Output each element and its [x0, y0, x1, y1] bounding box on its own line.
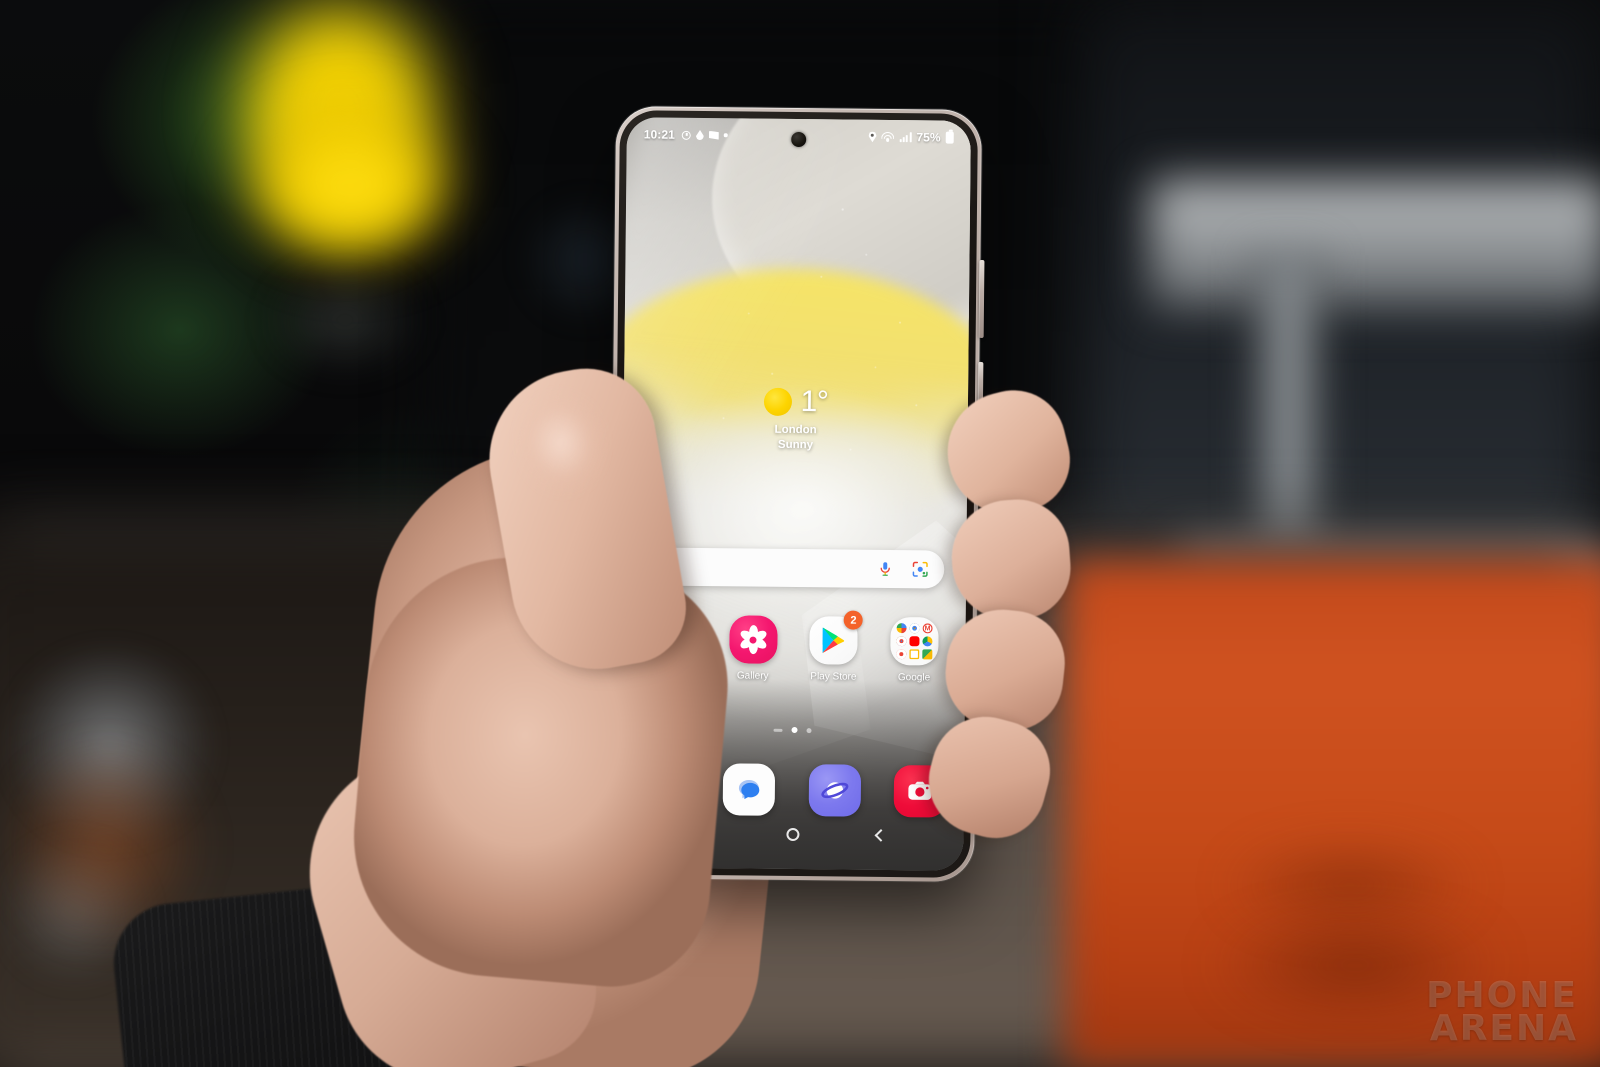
page-dot[interactable]	[806, 727, 812, 733]
mini-keep-icon	[909, 649, 920, 660]
battery-icon	[945, 131, 954, 144]
weather-condition: Sunny	[777, 438, 814, 452]
weather-temperature: 1°	[800, 385, 829, 419]
browser-icon[interactable]	[808, 764, 861, 817]
app-gallery[interactable]: Gallery	[720, 615, 787, 682]
mini-youtube-icon	[909, 636, 920, 647]
back-icon[interactable]	[874, 828, 887, 842]
status-clock: 10:21	[643, 127, 676, 142]
messages-icon[interactable]	[722, 763, 776, 816]
page-dot-active[interactable]	[791, 726, 798, 734]
photo-scene: 10:21 75% 1° London Sunny Gallery 2 Play…	[0, 0, 1600, 1067]
mini-google-icon	[896, 623, 907, 634]
app-google-folder[interactable]: M Google	[881, 617, 948, 684]
status-bar-right: 75%	[868, 130, 954, 145]
play-store-icon: 2	[809, 610, 864, 665]
flag-icon	[709, 131, 719, 140]
home-icon[interactable]	[785, 827, 800, 841]
app-label: Gallery	[736, 670, 769, 682]
location-drop-icon	[696, 130, 704, 140]
front-camera-punch-hole	[791, 131, 807, 148]
signal-icon	[899, 132, 912, 143]
mini-meet-icon	[922, 649, 933, 660]
mini-maps-icon	[896, 636, 907, 647]
mini-gmail-icon: M	[922, 623, 933, 634]
google-folder-icon: M	[890, 617, 939, 666]
battery-percent-label: 75%	[916, 130, 941, 145]
play-triangle-glyph	[822, 627, 845, 654]
mini-drive-icon	[922, 636, 933, 647]
flower-glyph	[738, 625, 768, 655]
notification-badge: 2	[843, 610, 864, 630]
page-dot-apps[interactable]	[773, 728, 783, 732]
wifi-icon	[881, 131, 895, 142]
dot-icon	[723, 133, 728, 138]
watermark-line-1: PHONE	[1426, 974, 1578, 1016]
folder-preview-grid: M	[896, 623, 933, 660]
alarm-icon	[681, 130, 692, 140]
microphone-icon[interactable]	[877, 560, 893, 578]
weather-widget-main: 1°	[763, 385, 829, 419]
location-pin-icon	[868, 131, 876, 142]
mini-photos-icon	[896, 649, 907, 660]
gallery-icon	[728, 615, 778, 664]
app-label: Play Store	[810, 671, 857, 683]
google-lens-icon[interactable]	[911, 560, 929, 578]
watermark-line-2: ARENA	[1429, 1007, 1578, 1049]
weather-widget[interactable]: 1° London Sunny	[623, 385, 968, 453]
background-table-leg	[1255, 255, 1321, 555]
chat-bubble-glyph	[739, 780, 760, 800]
planet-glyph	[821, 782, 849, 799]
weather-city: London	[774, 423, 817, 437]
phonearena-watermark: PHONE ARENA	[1426, 974, 1578, 1049]
app-label: Google	[897, 672, 931, 684]
search-bar-actions	[877, 560, 929, 579]
volume-rocker[interactable]	[978, 259, 985, 338]
app-play-store[interactable]: 2 Play Store	[800, 610, 867, 683]
google-search-bar[interactable]	[644, 547, 945, 589]
sun-icon	[763, 387, 792, 416]
status-bar-left: 10:21	[644, 127, 728, 142]
background-table	[1150, 180, 1600, 310]
mini-chrome-icon	[909, 623, 920, 634]
